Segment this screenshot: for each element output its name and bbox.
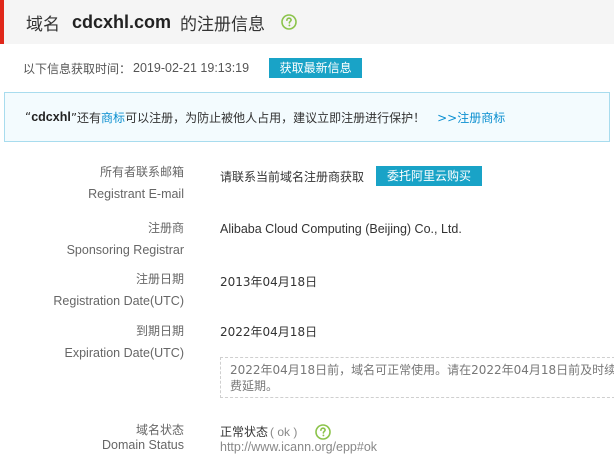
- registration-date-value: 2013年04月18日: [220, 275, 318, 289]
- trademark-notice: “ cdcxhl ”还有 商标 可以注册，为防止被他人占用，建议立即注册进行保护…: [4, 92, 610, 142]
- status-label-cn: 域名状态: [135, 423, 184, 437]
- registrar-label: 注册商 Sponsoring Registrar: [67, 221, 184, 258]
- update-time-value: 2019-02-21 19:13:19: [133, 61, 250, 75]
- header-suffix: 的注册信息: [180, 14, 266, 35]
- notice-text-1: ”还有: [70, 110, 102, 125]
- question-circle-icon[interactable]: [315, 423, 332, 440]
- update-time-label: 以下信息获取时间：: [23, 61, 132, 76]
- domain-status-label: 域名状态 Domain Status: [102, 423, 184, 453]
- page-header: 域名 cdcxhl.com 的注册信息: [0, 0, 614, 44]
- expiration-note: 2022年04月18日前，域名可正常使用。请在2022年04月18日前及时续费延…: [220, 357, 614, 398]
- status-code: ( ok ): [270, 424, 298, 439]
- status-url-link[interactable]: http://www.icann.org/epp#ok: [220, 440, 377, 454]
- domain-name: cdcxhl.com: [72, 11, 172, 32]
- update-info-row: 以下信息获取时间： 2019-02-21 19:13:19 获取最新信息: [23, 58, 363, 78]
- expiration-date-label: 到期日期 Expiration Date(UTC): [65, 324, 184, 361]
- email-label-en: Registrant E-mail: [88, 187, 184, 201]
- registration-label-cn: 注册日期: [135, 272, 184, 286]
- expiration-label-cn: 到期日期: [135, 324, 184, 338]
- register-trademark-link[interactable]: >>注册商标: [437, 109, 505, 126]
- question-circle-icon[interactable]: [281, 14, 297, 30]
- registrar-label-en: Sponsoring Registrar: [66, 243, 184, 257]
- email-label-cn: 所有者联系邮箱: [99, 165, 184, 179]
- registration-date-label: 注册日期 Registration Date(UTC): [53, 272, 184, 309]
- notice-text-2: 可以注册，为防止被他人占用，建议立即注册进行保护！: [125, 110, 426, 125]
- domain-status-value: 正常状态 ( ok ): [220, 423, 332, 440]
- notice-domain-name: cdcxhl: [31, 110, 71, 124]
- registrar-label-cn: 注册商: [147, 221, 184, 235]
- email-label: 所有者联系邮箱 Registrant E-mail: [88, 165, 184, 202]
- email-value: 请联系当前域名注册商获取: [220, 169, 365, 184]
- status-label-en: Domain Status: [102, 438, 184, 452]
- email-value-row: 请联系当前域名注册商获取 委托阿里云购买: [220, 166, 483, 186]
- registration-label-en: Registration Date(UTC): [53, 294, 184, 308]
- expiration-label-en: Expiration Date(UTC): [64, 346, 184, 360]
- status-text: 正常状态: [220, 425, 269, 439]
- refresh-info-button[interactable]: 获取最新信息: [269, 58, 363, 78]
- expiration-date-value: 2022年04月18日: [220, 325, 318, 339]
- registrar-value: Alibaba Cloud Computing (Beijing) Co., L…: [220, 222, 462, 236]
- entrust-aliyun-buy-button[interactable]: 委托阿里云购买: [376, 166, 483, 186]
- trademark-link[interactable]: 商标: [101, 109, 125, 126]
- header-prefix: 域名: [26, 14, 60, 35]
